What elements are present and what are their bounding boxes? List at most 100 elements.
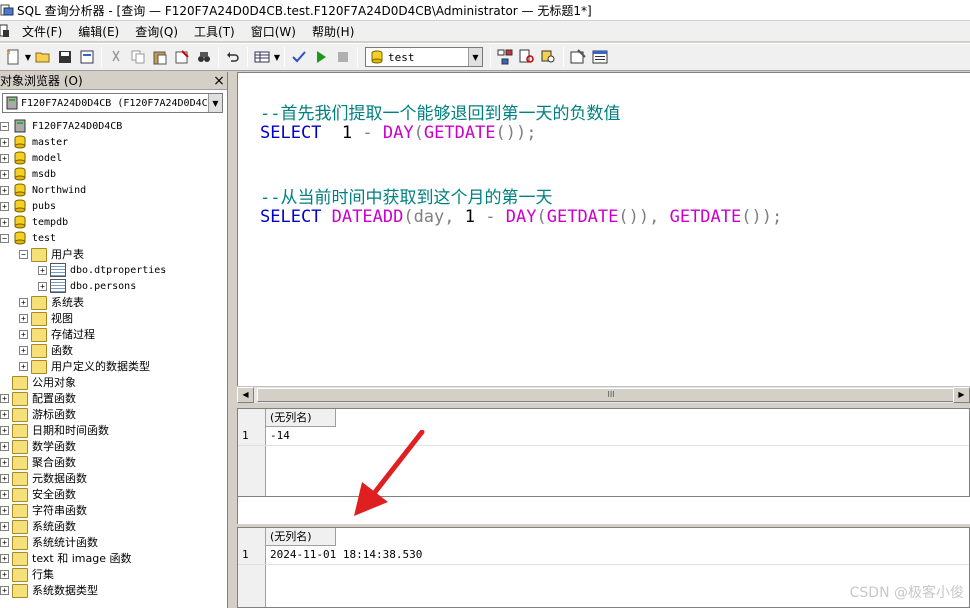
row-number[interactable]: 1: [242, 548, 249, 561]
menu-tools[interactable]: 工具(T): [186, 23, 243, 40]
paste-button[interactable]: [149, 46, 171, 68]
tree-node-database[interactable]: + model: [0, 150, 62, 166]
expand-icon[interactable]: +: [0, 505, 9, 515]
menu-edit[interactable]: 编辑(E): [70, 23, 127, 40]
tree-node-database[interactable]: − test: [0, 230, 56, 246]
tree-node-folder[interactable]: + 用户定义的数据类型: [19, 358, 150, 374]
result-cell[interactable]: -14: [270, 429, 290, 442]
menu-query[interactable]: 查询(Q): [127, 23, 186, 40]
scroll-left-icon[interactable]: ◀: [237, 387, 254, 403]
undo-button[interactable]: [222, 46, 244, 68]
expand-icon[interactable]: +: [19, 361, 28, 371]
tree-node-folder[interactable]: + 视图: [19, 310, 73, 326]
expand-icon[interactable]: +: [0, 409, 9, 419]
editor-horizontal-scrollbar[interactable]: ◀ III ▶: [237, 386, 970, 403]
close-icon[interactable]: ×: [211, 73, 227, 89]
object-search-button[interactable]: [538, 46, 560, 68]
collapse-icon[interactable]: −: [0, 233, 9, 243]
results-dropdown-arrow[interactable]: ▼: [273, 46, 281, 68]
expand-icon[interactable]: +: [0, 537, 9, 547]
tree-node-folder[interactable]: + 函数: [19, 342, 73, 358]
new-dropdown-arrow[interactable]: ▼: [24, 46, 32, 68]
expand-icon[interactable]: +: [0, 473, 9, 483]
open-button[interactable]: [32, 46, 54, 68]
tree-node-table[interactable]: + dbo.persons: [38, 278, 136, 294]
column-header[interactable]: (无列名): [266, 409, 336, 427]
tree-node-function-group[interactable]: + 元数据函数: [0, 470, 87, 486]
expand-icon[interactable]: +: [0, 585, 9, 595]
expand-icon[interactable]: +: [19, 345, 28, 355]
expand-icon[interactable]: +: [0, 217, 9, 227]
tree-node-public-objects[interactable]: 公用对象: [0, 374, 76, 390]
tree-node-function-group[interactable]: + 数学函数: [0, 438, 76, 454]
expand-icon[interactable]: +: [38, 281, 47, 291]
server-select[interactable]: F120F7A24D0D4CB (F120F7A24D0D4CB\ ▼: [2, 93, 223, 113]
expand-icon[interactable]: +: [0, 185, 9, 195]
expand-icon[interactable]: +: [0, 441, 9, 451]
execute-query-button[interactable]: [310, 46, 332, 68]
cut-button[interactable]: [105, 46, 127, 68]
parse-query-button[interactable]: [288, 46, 310, 68]
chevron-down-icon[interactable]: ▼: [208, 94, 222, 112]
menu-window[interactable]: 窗口(W): [243, 23, 304, 40]
tree-node-database[interactable]: + master: [0, 134, 68, 150]
index-tuning-button[interactable]: [516, 46, 538, 68]
results-grid-1[interactable]: (无列名) 1 -14: [237, 408, 970, 497]
tree-node-folder[interactable]: + 存储过程: [19, 326, 95, 342]
chevron-down-icon[interactable]: ▼: [468, 48, 482, 66]
database-select[interactable]: test ▼: [365, 47, 483, 67]
object-browser-toggle-button[interactable]: [589, 46, 611, 68]
expand-icon[interactable]: +: [0, 169, 9, 179]
menu-help[interactable]: 帮助(H): [304, 23, 362, 40]
scrollbar-thumb[interactable]: III: [257, 388, 965, 402]
tree-node-database[interactable]: + Northwind: [0, 182, 86, 198]
collapse-icon[interactable]: −: [0, 121, 9, 131]
expand-icon[interactable]: +: [0, 393, 9, 403]
tree-node-function-group[interactable]: + 系统数据类型: [0, 582, 98, 598]
tree-node-user-tables[interactable]: − 用户表: [19, 246, 84, 262]
tree-node-server-root[interactable]: − F120F7A24D0D4CB: [0, 118, 122, 134]
tree-node-database[interactable]: + pubs: [0, 198, 56, 214]
new-query-button[interactable]: [2, 46, 24, 68]
expand-icon[interactable]: +: [0, 201, 9, 211]
tree-node-function-group[interactable]: + 日期和时间函数: [0, 422, 109, 438]
expand-icon[interactable]: +: [0, 489, 9, 499]
clear-window-button[interactable]: [171, 46, 193, 68]
collapse-icon[interactable]: −: [19, 249, 28, 259]
expand-icon[interactable]: +: [0, 425, 9, 435]
expand-icon[interactable]: +: [38, 265, 47, 275]
query-editor[interactable]: --首先我们提取一个能够退回到第一天的负数值 SELECT 1 - DAY(GE…: [237, 72, 970, 386]
expand-icon[interactable]: +: [0, 137, 9, 147]
copy-button[interactable]: [127, 46, 149, 68]
insert-template-button[interactable]: [76, 46, 98, 68]
tree-node-function-group[interactable]: + 配置函数: [0, 390, 76, 406]
tree-node-database[interactable]: + msdb: [0, 166, 56, 182]
expand-icon[interactable]: +: [0, 153, 9, 163]
document-menu-icon[interactable]: [0, 24, 10, 38]
expand-icon[interactable]: +: [19, 297, 28, 307]
tree-node-function-group[interactable]: + 字符串函数: [0, 502, 87, 518]
row-number[interactable]: 1: [242, 429, 249, 442]
menu-file[interactable]: 文件(F): [14, 23, 70, 40]
expand-icon[interactable]: +: [0, 521, 9, 531]
tree-node-function-group[interactable]: + 安全函数: [0, 486, 76, 502]
tree-node-function-group[interactable]: + 系统统计函数: [0, 534, 98, 550]
tree-node-function-group[interactable]: + 系统函数: [0, 518, 76, 534]
expand-icon[interactable]: +: [19, 313, 28, 323]
tree-node-function-group[interactable]: + text 和 image 函数: [0, 550, 131, 566]
tree-node-function-group[interactable]: + 聚合函数: [0, 454, 76, 470]
scroll-right-icon[interactable]: ▶: [953, 387, 970, 403]
show-plan-button[interactable]: [494, 46, 516, 68]
properties-button[interactable]: [567, 46, 589, 68]
expand-icon[interactable]: +: [0, 457, 9, 467]
column-header[interactable]: (无列名): [266, 528, 336, 546]
cancel-query-button[interactable]: [332, 46, 354, 68]
tree-node-function-group[interactable]: + 行集: [0, 566, 54, 582]
find-button[interactable]: [193, 46, 215, 68]
expand-icon[interactable]: +: [0, 553, 9, 563]
tree-node-table[interactable]: + dbo.dtproperties: [38, 262, 166, 278]
results-mode-button[interactable]: [251, 46, 273, 68]
save-button[interactable]: [54, 46, 76, 68]
expand-icon[interactable]: +: [19, 329, 28, 339]
tree-node-database[interactable]: + tempdb: [0, 214, 68, 230]
